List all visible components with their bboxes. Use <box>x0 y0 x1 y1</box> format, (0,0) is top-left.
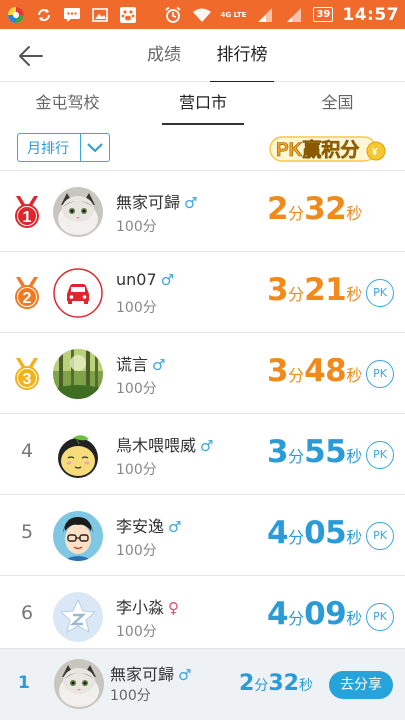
avatar[interactable] <box>53 187 103 237</box>
tab-leaderboard[interactable]: 排行榜 <box>210 29 274 83</box>
arrow-left-icon <box>19 46 43 66</box>
medal-orange-icon: 2 <box>12 276 42 310</box>
male-icon: ♂ <box>152 356 166 374</box>
period-filter-label: 月排行 <box>27 140 69 157</box>
region-tab-school[interactable]: 金屯驾校 <box>0 82 135 127</box>
pk-banner-text: PK赢积分 <box>276 138 359 161</box>
medal-red-icon: 1 <box>12 195 42 229</box>
user-name: 李安逸 ♂ <box>116 517 182 536</box>
avatar[interactable] <box>53 268 103 318</box>
header: 成绩 排行榜 <box>0 29 405 83</box>
tab-scores[interactable]: 成绩 <box>138 29 190 82</box>
pk-button[interactable]: PK <box>366 441 394 469</box>
pk-button[interactable]: PK <box>366 603 394 631</box>
ranking-row[interactable]: 6 李小淼 ♀ 100分 4分09秒 PK <box>0 576 405 657</box>
my-rank-bar: 1 無家可歸 ♂ 100分 2分32秒 去分享 <box>0 648 405 720</box>
ranking-row[interactable]: 3 谎言 ♂ 100分 3分48秒 PK <box>0 333 405 414</box>
wifi-icon <box>192 6 212 24</box>
region-tabs: 金屯驾校 营口市 全国 <box>0 82 405 127</box>
completion-time: 3分21秒 <box>267 272 363 308</box>
user-score: 100分 <box>116 624 157 640</box>
status-bar: 4G LTE 39 14:57 <box>0 0 405 29</box>
avatar[interactable] <box>53 592 103 642</box>
pk-button[interactable]: PK <box>366 360 394 388</box>
male-icon: ♂ <box>160 271 175 289</box>
pk-button[interactable]: PK <box>366 522 394 550</box>
ranking-row[interactable]: 2 un07 ♂ 100分 3分21秒 PK <box>0 252 405 333</box>
pk-win-points-banner[interactable]: PK赢积分 ¥ <box>268 131 390 165</box>
avatar[interactable] <box>53 349 103 399</box>
rank-number: 4 <box>20 440 34 462</box>
paw-icon <box>118 6 138 24</box>
rank-number: 3 <box>23 371 32 388</box>
user-name: un07 ♂ <box>116 270 175 289</box>
user-score: 100分 <box>116 381 157 397</box>
rank-number: 1 <box>23 209 32 226</box>
male-icon: ♂ <box>178 666 192 684</box>
completion-time: 4分05秒 <box>267 515 363 551</box>
network-type: 4G LTE <box>220 10 247 19</box>
user-score: 100分 <box>116 543 157 559</box>
rank-number: 6 <box>20 602 34 624</box>
back-button[interactable] <box>14 41 48 71</box>
user-score: 100分 <box>116 462 157 478</box>
user-score: 100分 <box>116 219 157 235</box>
signal-icon <box>284 6 304 24</box>
male-icon: ♂ <box>184 194 198 212</box>
medal-gold-icon: 3 <box>12 357 42 391</box>
avatar[interactable] <box>53 430 103 480</box>
chevron-down-icon <box>81 142 109 154</box>
user-name: 鳥木喂喂威 ♂ <box>116 436 214 455</box>
rank-number: 2 <box>23 290 32 307</box>
my-user-name: 無家可歸 ♂ <box>110 665 192 684</box>
region-tab-city[interactable]: 营口市 <box>162 82 244 127</box>
my-avatar[interactable] <box>54 659 104 709</box>
pk-button[interactable]: PK <box>366 279 394 307</box>
clock: 14:57 <box>342 4 399 25</box>
message-icon <box>62 6 82 24</box>
svg-text:¥: ¥ <box>372 147 378 158</box>
user-name: 無家可歸 ♂ <box>116 193 198 212</box>
my-completion-time: 2分32秒 <box>239 671 313 696</box>
signal-icon <box>255 6 275 24</box>
battery-icon: 39 <box>313 7 334 22</box>
male-icon: ♂ <box>168 518 182 536</box>
ranking-row[interactable]: 1 無家可歸 ♂ 100分 2分32秒 <box>0 171 405 252</box>
region-tab-national[interactable]: 全国 <box>270 82 405 127</box>
user-name: 李小淼 ♀ <box>116 598 180 617</box>
user-name: 谎言 ♂ <box>116 355 166 374</box>
rank-number: 5 <box>20 521 34 543</box>
launcher-icon <box>6 6 26 24</box>
user-score: 100分 <box>116 300 157 316</box>
share-button[interactable]: 去分享 <box>329 671 393 699</box>
completion-time: 2分32秒 <box>267 191 363 227</box>
period-filter-dropdown[interactable]: 月排行 <box>17 133 110 162</box>
my-score: 100分 <box>110 688 151 704</box>
ranking-row[interactable]: 5 李安逸 ♂ 100分 4分05秒 PK <box>0 495 405 576</box>
ranking-row[interactable]: 4 鳥木喂喂威 ♂ 100分 3分55秒 PK <box>0 414 405 495</box>
completion-time: 3分55秒 <box>267 434 363 470</box>
avatar[interactable] <box>53 511 103 561</box>
male-icon: ♂ <box>200 437 214 455</box>
completion-time: 4分09秒 <box>267 596 363 632</box>
completion-time: 3分48秒 <box>267 353 363 389</box>
sync-icon <box>34 6 54 24</box>
gallery-icon <box>90 6 110 24</box>
alarm-icon <box>163 6 183 24</box>
my-rank-number: 1 <box>18 673 30 693</box>
female-icon: ♀ <box>168 599 180 617</box>
